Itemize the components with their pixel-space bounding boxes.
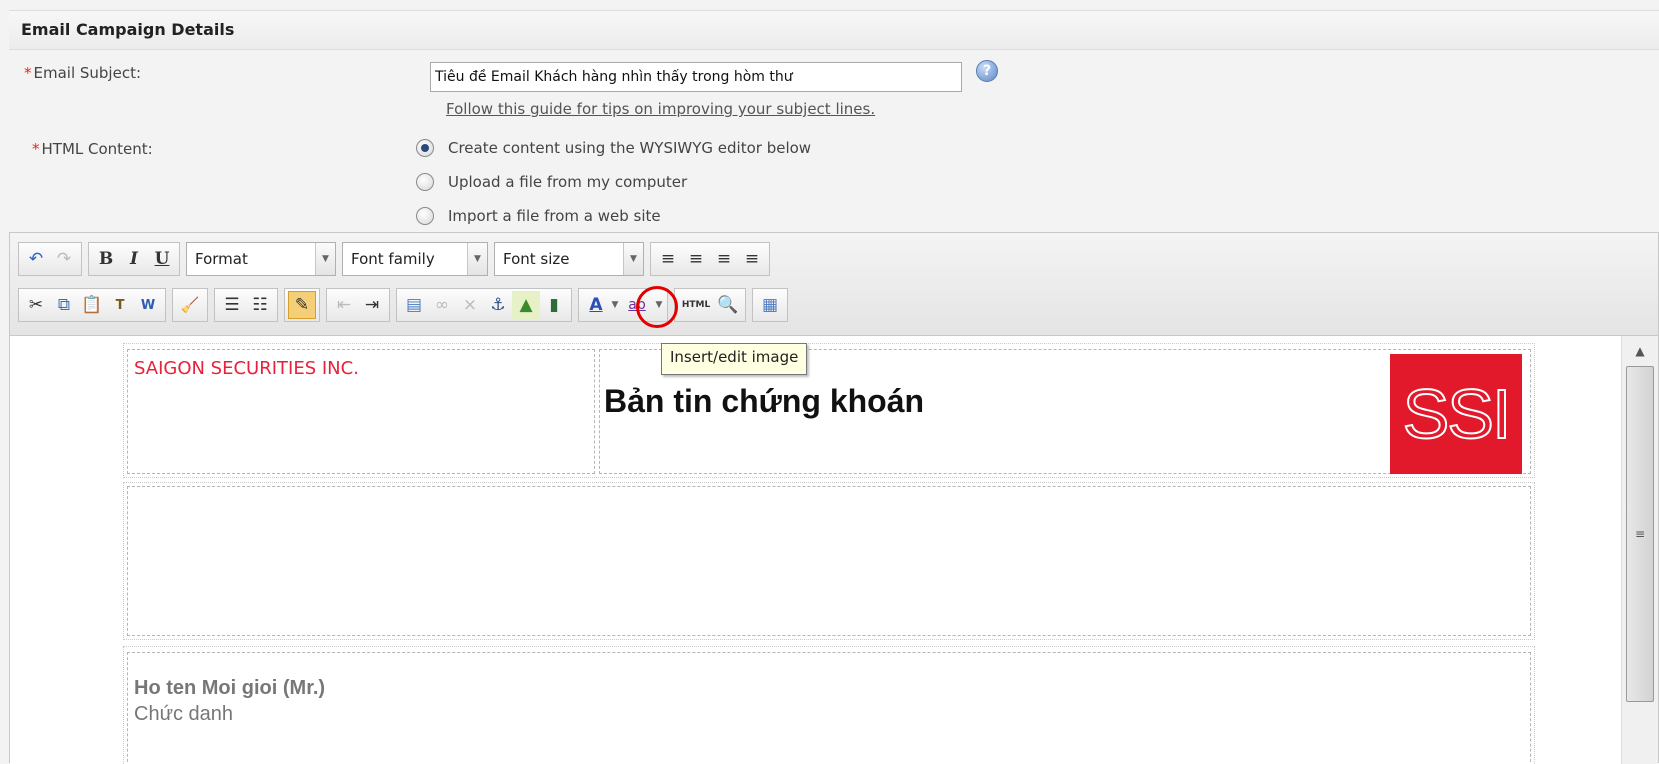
newsletter-headline: Bản tin chứng khoán (604, 383, 925, 419)
broker-name: Ho ten Moi gioi (Mr.) (134, 677, 326, 699)
alignment-group: ≡ ≡ ≡ ≡ (650, 242, 770, 276)
format-select[interactable]: Format ▼ (186, 242, 336, 276)
edit-css-icon[interactable]: ✎ (288, 291, 316, 319)
chevron-down-icon: ▼ (623, 243, 643, 275)
scroll-thumb[interactable]: ≡ (1626, 366, 1654, 702)
radio-import-label: Import a file from a web site (448, 207, 661, 225)
numbered-list-icon[interactable]: ☷ (246, 291, 274, 319)
required-marker: * (24, 64, 32, 82)
radio-wysiwyg[interactable] (416, 139, 434, 157)
insert-group: ▤ ∞ ⨯ ⚓ ▲ ▮ (396, 288, 572, 322)
indent-icon[interactable]: ⇥ (358, 291, 386, 319)
align-justify-icon[interactable]: ≡ (738, 245, 766, 273)
section-title: Email Campaign Details (21, 20, 235, 39)
link-icon[interactable]: ∞ (428, 291, 456, 319)
unlink-icon[interactable]: ⨯ (456, 291, 484, 319)
radio-import-option[interactable]: Import a file from a web site (416, 204, 661, 228)
paste-text-icon[interactable]: T (106, 291, 134, 319)
email-subject-label: * Email Subject: (24, 64, 142, 82)
cut-icon[interactable]: ✂ (22, 291, 50, 319)
company-name: SAIGON SECURITIES INC. (134, 358, 359, 379)
chevron-down-icon[interactable]: ▼ (610, 300, 620, 310)
align-center-icon[interactable]: ≡ (682, 245, 710, 273)
align-right-icon[interactable]: ≡ (710, 245, 738, 273)
outdent-icon[interactable]: ⇤ (330, 291, 358, 319)
underline-button[interactable]: U (148, 245, 176, 273)
chevron-down-icon: ▼ (467, 243, 487, 275)
cleanup-icon[interactable]: 🧹 (176, 291, 204, 319)
radio-import[interactable] (416, 207, 434, 225)
list-group: ☰ ☷ (214, 288, 278, 322)
ssi-logo: SSI (1390, 354, 1522, 474)
wysiwyg-editor: ↶ ↷ B I U Format ▼ Font family ▼ Font si… (9, 232, 1659, 764)
radio-upload[interactable] (416, 173, 434, 191)
broker-title: Chức danh (134, 703, 234, 725)
text-style-group: B I U (88, 242, 180, 276)
anchor-icon[interactable]: ⚓ (484, 291, 512, 319)
insert-table-icon[interactable]: ▤ (400, 291, 428, 319)
highlight-ring (636, 286, 678, 328)
cleanup-group: 🧹 (172, 288, 208, 322)
section-header: Email Campaign Details (9, 10, 1659, 50)
email-subject-input[interactable] (430, 62, 962, 92)
italic-button[interactable]: I (120, 245, 148, 273)
align-left-icon[interactable]: ≡ (654, 245, 682, 273)
banner-cell (127, 486, 1531, 636)
radio-wysiwyg-option[interactable]: Create content using the WYSIWYG editor … (416, 136, 811, 160)
preview-icon[interactable]: 🔍 (714, 291, 742, 319)
insert-image-tooltip: Insert/edit image (661, 343, 808, 375)
broker-cell: Ho ten Moi gioi (Mr.) Chức danh (127, 652, 1531, 764)
indent-group: ⇤ ⇥ (326, 288, 390, 322)
copy-icon[interactable]: ⧉ (50, 291, 78, 319)
paste-icon[interactable]: 📋 (78, 291, 106, 319)
chevron-down-icon: ▼ (315, 243, 335, 275)
bold-button[interactable]: B (92, 245, 120, 273)
paste-word-icon[interactable]: W (134, 291, 162, 319)
radio-wysiwyg-label: Create content using the WYSIWYG editor … (448, 139, 812, 157)
html-source-icon[interactable]: HTML (678, 291, 714, 319)
media-icon[interactable]: ▮ (540, 291, 568, 319)
template-group: ▦ (752, 288, 788, 322)
undo-icon[interactable]: ↶ (22, 245, 50, 273)
company-cell: SAIGON SECURITIES INC. (127, 349, 595, 474)
help-icon[interactable]: ? (976, 60, 998, 82)
editor-content[interactable]: SAIGON SECURITIES INC. Bản tin chứng kho… (10, 336, 1622, 764)
source-group: HTML 🔍 (674, 288, 746, 322)
required-marker: * (32, 140, 40, 158)
undo-redo-group: ↶ ↷ (18, 242, 82, 276)
redo-icon[interactable]: ↷ (50, 245, 78, 273)
radio-upload-label: Upload a file from my computer (448, 173, 688, 191)
image-icon[interactable]: ▲ (512, 291, 540, 319)
clipboard-group: ✂ ⧉ 📋 T W (18, 288, 166, 322)
template-icon[interactable]: ▦ (756, 291, 784, 319)
html-content-label: * HTML Content: (32, 140, 153, 158)
bullet-list-icon[interactable]: ☰ (218, 291, 246, 319)
radio-upload-option[interactable]: Upload a file from my computer (416, 170, 687, 194)
font-family-select[interactable]: Font family ▼ (342, 242, 488, 276)
subject-guide-link[interactable]: Follow this guide for tips on improving … (446, 100, 875, 118)
text-color-icon[interactable]: A (582, 291, 610, 319)
editor-toolbar: ↶ ↷ B I U Format ▼ Font family ▼ Font si… (10, 233, 1658, 336)
css-group: ✎ (284, 288, 320, 322)
editor-scrollbar[interactable]: ▲ ≡ (1621, 336, 1658, 764)
font-size-select[interactable]: Font size ▼ (494, 242, 644, 276)
toolbar-row-1: ↶ ↷ B I U Format ▼ Font family ▼ Font si… (18, 242, 776, 276)
scroll-up-icon[interactable]: ▲ (1622, 336, 1658, 366)
